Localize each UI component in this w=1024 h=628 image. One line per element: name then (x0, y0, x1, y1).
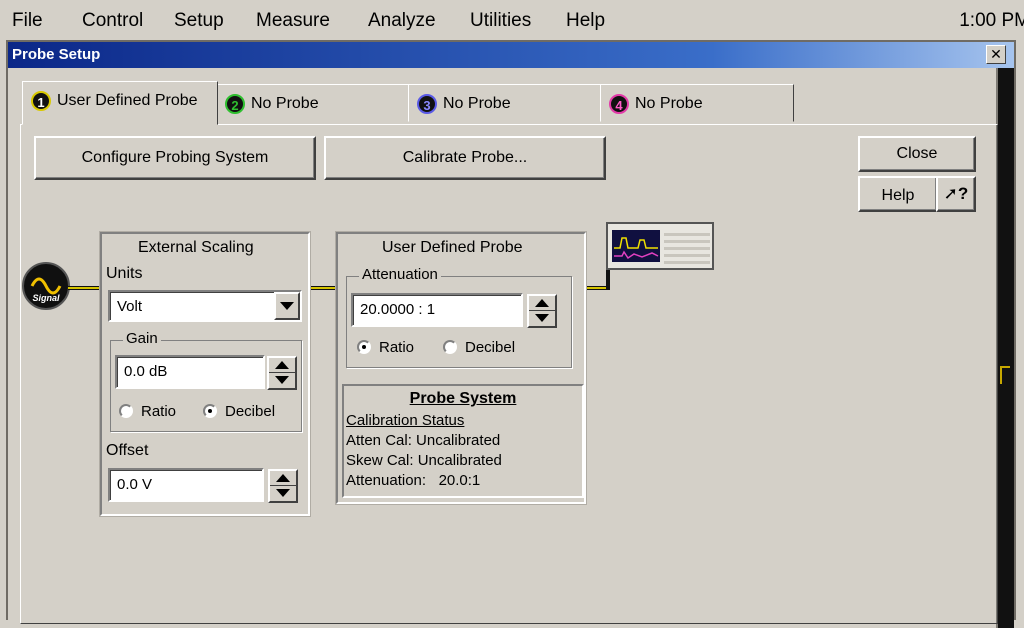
arrow-down-icon (275, 376, 289, 384)
gain-decibel-label: Decibel (225, 403, 276, 420)
dialog-title: Probe Setup (12, 46, 101, 63)
side-scrollbar[interactable] (996, 68, 1014, 628)
channel-2-badge-icon: 2 (225, 94, 245, 114)
probe-setup-dialog: Probe Setup ✕ 1 User Defined Probe 2 No … (6, 40, 1016, 628)
gain-spinner[interactable] (267, 356, 297, 390)
tab-label: No Probe (443, 95, 511, 112)
gain-ratio-label: Ratio (141, 403, 177, 420)
menu-bar: File Control Setup Measure Analyze Utili… (0, 0, 1024, 40)
arrow-up-icon (275, 361, 289, 369)
radio-dot (443, 340, 457, 354)
chevron-down-icon (280, 302, 294, 310)
scope-screen (612, 230, 660, 262)
attenuation-status: Attenuation: 20.0:1 (346, 472, 481, 489)
whats-this-help-icon[interactable]: ➚? (936, 176, 976, 212)
scaling-wire-highlight (308, 287, 338, 289)
gain-label: Gain (123, 330, 161, 347)
channel-4-badge-icon: 4 (609, 94, 629, 114)
attenuation-decibel-label: Decibel (465, 339, 516, 356)
units-select[interactable]: Volt (108, 290, 302, 322)
attenuation-label: Attenuation (359, 266, 441, 283)
offset-label: Offset (106, 442, 149, 459)
oscilloscope-icon (606, 222, 714, 270)
dialog-titlebar[interactable]: Probe Setup ✕ (8, 42, 1014, 68)
menu-setup[interactable]: Setup (174, 10, 224, 32)
tab-label: No Probe (251, 95, 319, 112)
radio-dot-selected (203, 404, 217, 418)
attenuation-decrement-button[interactable] (529, 311, 555, 326)
gain-input[interactable]: 0.0 dB (115, 355, 265, 389)
menu-help[interactable]: Help (566, 10, 605, 32)
atten-cal-status: Atten Cal: Uncalibrated (346, 432, 501, 449)
menu-measure[interactable]: Measure (256, 10, 330, 32)
gain-fieldset: Gain 0.0 dB Ratio Decibel (110, 330, 302, 432)
gain-decrement-button[interactable] (269, 373, 295, 388)
configure-probing-system-button[interactable]: Configure Probing System (34, 136, 316, 180)
attenuation-fieldset: Attenuation 20.0000 : 1 Ratio Decibel (346, 266, 572, 368)
scope-controls (664, 230, 710, 264)
channel-1-badge-icon: 1 (31, 91, 51, 111)
user-defined-probe-group: User Defined Probe Attenuation 20.0000 :… (335, 231, 587, 505)
tab-channel-3[interactable]: 3 No Probe (408, 84, 602, 122)
arrow-down-icon (535, 314, 549, 322)
user-defined-probe-title: User Defined Probe (382, 239, 523, 256)
offset-decrement-button[interactable] (270, 486, 296, 501)
arrow-up-icon (276, 474, 290, 482)
offset-spinner[interactable] (268, 469, 298, 503)
radio-dot (119, 404, 133, 418)
arrow-up-icon (535, 299, 549, 307)
attenuation-increment-button[interactable] (529, 296, 555, 311)
close-icon[interactable]: ✕ (986, 45, 1006, 64)
offset-input[interactable]: 0.0 V (108, 468, 264, 502)
external-scaling-title: External Scaling (138, 239, 254, 256)
clock: 1:00 PM (959, 10, 1024, 31)
help-button[interactable]: Help (858, 176, 938, 212)
units-label: Units (106, 265, 143, 282)
sine-wave-icon: Signal (22, 262, 70, 310)
arrow-down-icon (276, 489, 290, 497)
signal-wire-highlight (68, 287, 100, 289)
calibrate-probe-button[interactable]: Calibrate Probe... (324, 136, 606, 180)
radio-dot-selected (357, 340, 371, 354)
external-scaling-group: External Scaling Units Volt Gain 0.0 dB … (99, 231, 311, 517)
attenuation-ratio-label: Ratio (379, 339, 415, 356)
menu-control[interactable]: Control (82, 10, 143, 32)
gain-increment-button[interactable] (269, 358, 295, 373)
menu-file[interactable]: File (12, 10, 43, 32)
channel-3-badge-icon: 3 (417, 94, 437, 114)
calibration-status-label: Calibration Status (346, 412, 465, 429)
tab-label: User Defined Probe (57, 92, 198, 109)
signal-label: Signal (32, 293, 60, 303)
tab-channel-2[interactable]: 2 No Probe (216, 84, 410, 122)
menu-analyze[interactable]: Analyze (368, 10, 436, 32)
units-dropdown-button[interactable] (274, 292, 300, 320)
menu-utilities[interactable]: Utilities (470, 10, 531, 32)
attenuation-input[interactable]: 20.0000 : 1 (351, 293, 523, 327)
tab-channel-4[interactable]: 4 No Probe (600, 84, 794, 122)
probe-system-panel: Probe System Calibration Status Atten Ca… (342, 384, 584, 498)
tab-label: No Probe (635, 95, 703, 112)
probe-system-title: Probe System (409, 390, 517, 407)
attenuation-spinner[interactable] (527, 294, 557, 328)
offset-increment-button[interactable] (270, 471, 296, 486)
skew-cal-status: Skew Cal: Uncalibrated (346, 452, 502, 469)
tab-channel-1[interactable]: 1 User Defined Probe (22, 81, 218, 125)
scrollbar-thumb[interactable] (1000, 366, 1010, 384)
close-button[interactable]: Close (858, 136, 976, 172)
